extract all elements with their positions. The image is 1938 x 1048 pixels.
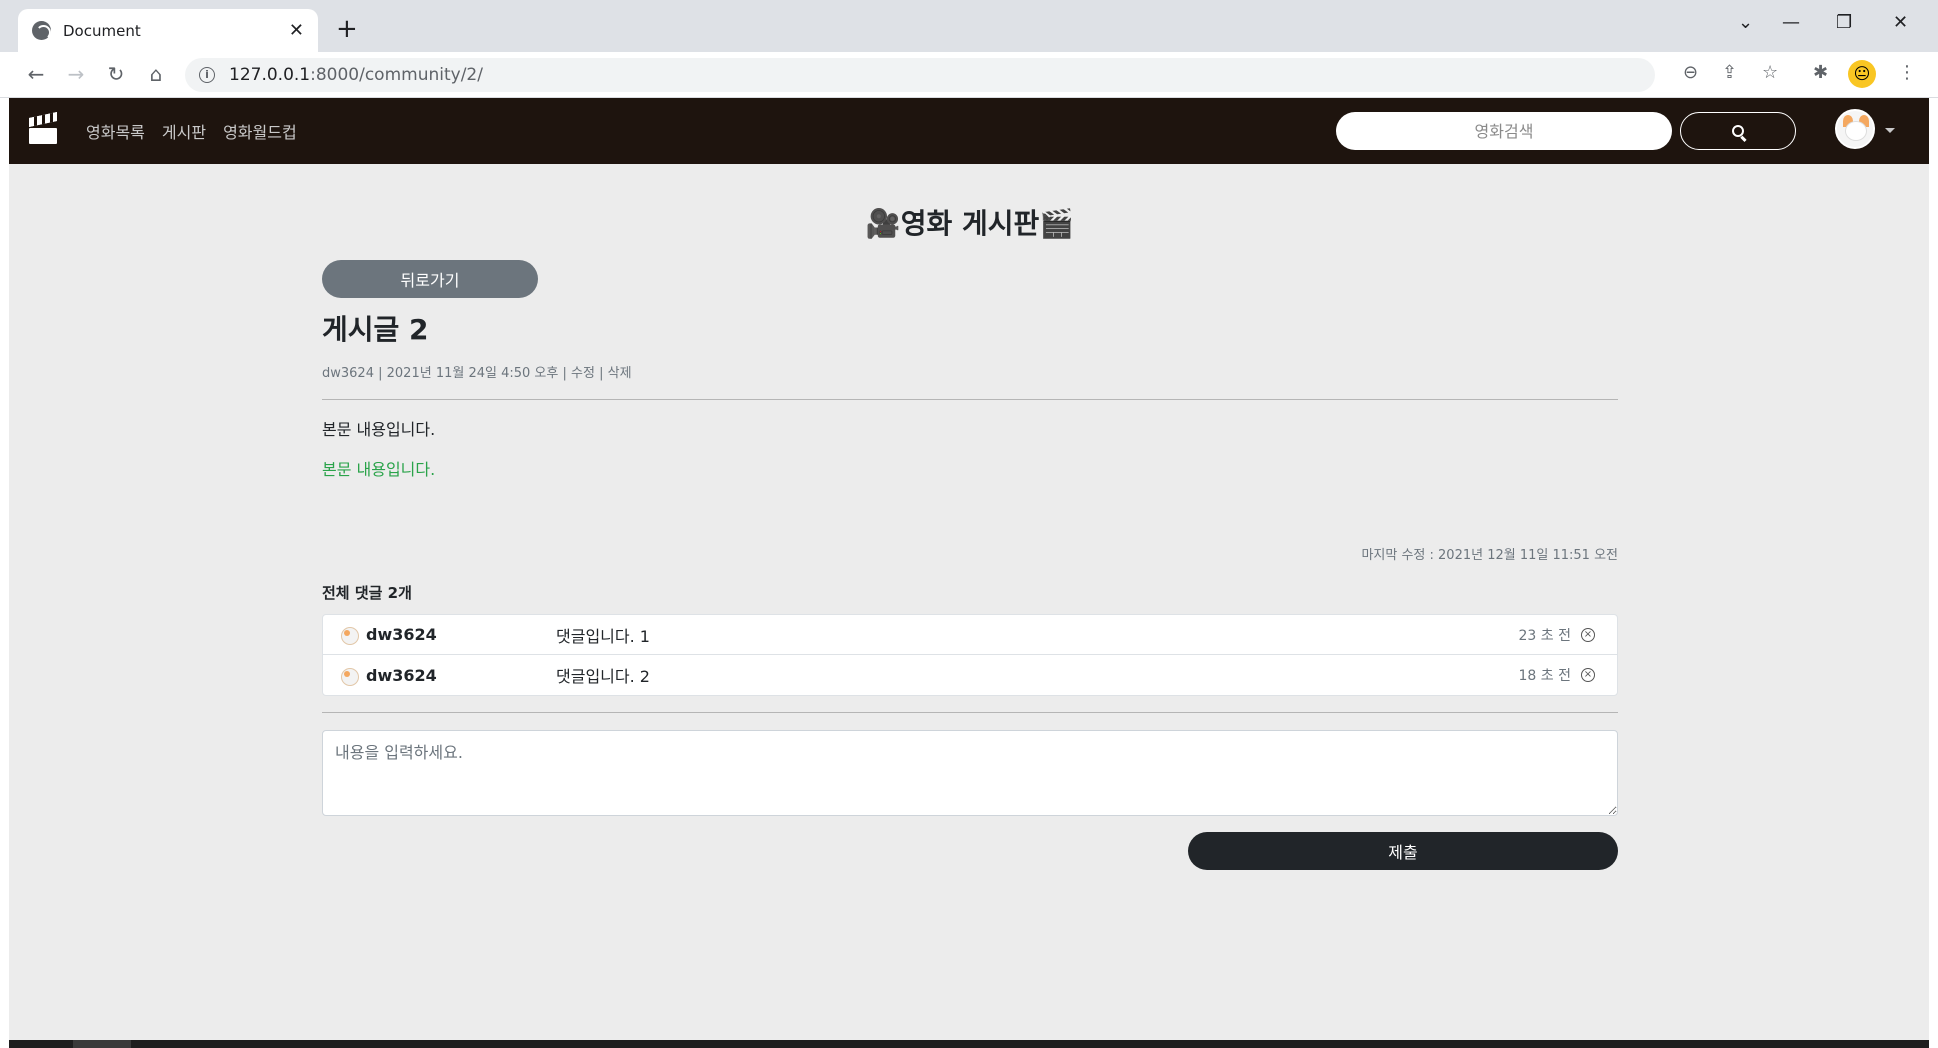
comment-time: 18 초 전 <box>1518 668 1571 684</box>
tab-list-icon[interactable]: ⌄ <box>1738 12 1753 33</box>
restore-icon[interactable]: ❐ <box>1836 12 1852 33</box>
bookmark-star-icon[interactable]: ☆ <box>1762 62 1778 83</box>
url-path: :8000/community/2/ <box>310 65 483 85</box>
search-button[interactable] <box>1680 112 1796 150</box>
comment-textarea[interactable] <box>322 730 1618 816</box>
reload-icon[interactable]: ↻ <box>102 62 130 86</box>
browser-profile-icon[interactable]: 😐 <box>1848 60 1876 88</box>
post-meta: dw3624 | 2021년 11월 24일 4:50 오후 | 수정 | 삭제 <box>322 366 632 381</box>
browser-tab[interactable]: Document ✕ <box>18 9 318 52</box>
forward-icon[interactable]: → <box>62 62 90 86</box>
minimize-icon[interactable]: — <box>1782 12 1800 33</box>
post-author: dw3624 <box>322 366 374 381</box>
commenter-avatar <box>341 627 359 645</box>
comment-time: 23 초 전 <box>1518 627 1571 644</box>
site-menu: 영화목록 게시판 영화월드컵 <box>86 98 297 164</box>
post-detail: 🎥영화 게시판🎬 뒤로가기 게시글 2 dw3624 | 2021년 11월 2… <box>322 164 1618 870</box>
last-modified: 마지막 수정 : 2021년 12월 11일 11:51 오전 <box>1361 548 1618 563</box>
browser-menu-icon[interactable]: ⋮ <box>1898 62 1916 83</box>
comment-row: dw3624 댓글입니다. 2 18 초 전 × <box>323 655 1617 695</box>
divider <box>322 399 1618 400</box>
url-bar[interactable]: i 127.0.0.1:8000/community/2/ <box>185 58 1655 92</box>
window-close-icon[interactable]: ✕ <box>1893 12 1908 33</box>
globe-icon <box>32 21 51 40</box>
site-navbar: 영화목록 게시판 영화월드컵 <box>9 98 1929 164</box>
movie-search-input[interactable] <box>1336 112 1672 150</box>
clapperboard-logo-icon[interactable] <box>29 112 57 144</box>
home-icon[interactable]: ⌂ <box>142 62 170 86</box>
comments-count-heading: 전체 댓글 2개 <box>322 584 412 602</box>
search-icon <box>1732 125 1744 137</box>
comment-author: dw3624 <box>366 625 437 644</box>
site-info-icon[interactable]: i <box>199 67 215 83</box>
commenter-avatar <box>341 667 359 686</box>
post-body-line-highlight: 본문 내용입니다. <box>322 460 436 479</box>
share-icon[interactable]: ⇪ <box>1722 62 1737 83</box>
taskbar-strip <box>9 1040 1929 1048</box>
delete-comment-icon[interactable]: × <box>1581 627 1595 642</box>
back-button[interactable]: 뒤로가기 <box>322 260 538 298</box>
close-tab-icon[interactable]: ✕ <box>289 20 304 41</box>
back-icon[interactable]: ← <box>22 62 50 86</box>
extensions-icon[interactable]: ✱ <box>1813 62 1828 83</box>
delete-post-link[interactable]: 삭제 <box>608 366 632 381</box>
submit-comment-button[interactable]: 제출 <box>1188 832 1618 870</box>
url-host: 127.0.0.1 <box>229 65 311 85</box>
nav-movie-worldcup[interactable]: 영화월드컵 <box>223 119 297 143</box>
post-date: 2021년 11월 24일 4:50 오후 <box>386 366 559 381</box>
browser-tab-bar: Document ✕ + ⌄ — ❐ ✕ <box>0 0 1938 52</box>
page-title: 🎥영화 게시판🎬 <box>865 207 1075 240</box>
user-avatar[interactable] <box>1835 109 1875 149</box>
post-body-line: 본문 내용입니다. <box>322 420 436 439</box>
page-viewport: 영화목록 게시판 영화월드컵 🎥영화 게시판🎬 뒤로가기 게시글 2 dw362… <box>9 98 1929 1040</box>
chevron-down-icon[interactable] <box>1885 128 1895 133</box>
post-title: 게시글 2 <box>322 313 429 346</box>
nav-board[interactable]: 게시판 <box>162 119 206 143</box>
delete-comment-icon[interactable]: × <box>1581 668 1595 682</box>
edit-post-link[interactable]: 수정 <box>571 366 595 381</box>
comment-row: dw3624 댓글입니다. 1 23 초 전 × <box>323 615 1617 655</box>
nav-movie-list[interactable]: 영화목록 <box>86 119 145 143</box>
comment-author: dw3624 <box>366 665 437 685</box>
comment-text: 댓글입니다. 1 <box>556 626 650 646</box>
browser-address-bar: ← → ↻ ⌂ i 127.0.0.1:8000/community/2/ ⊖ … <box>0 52 1938 98</box>
zoom-icon[interactable]: ⊖ <box>1683 62 1698 83</box>
comment-text: 댓글입니다. 2 <box>556 667 650 686</box>
divider <box>322 712 1618 713</box>
comment-list: dw3624 댓글입니다. 1 23 초 전 × dw3624 댓글입니다. 2… <box>322 614 1618 696</box>
new-tab-icon[interactable]: + <box>336 14 358 44</box>
tab-title: Document <box>63 21 141 40</box>
